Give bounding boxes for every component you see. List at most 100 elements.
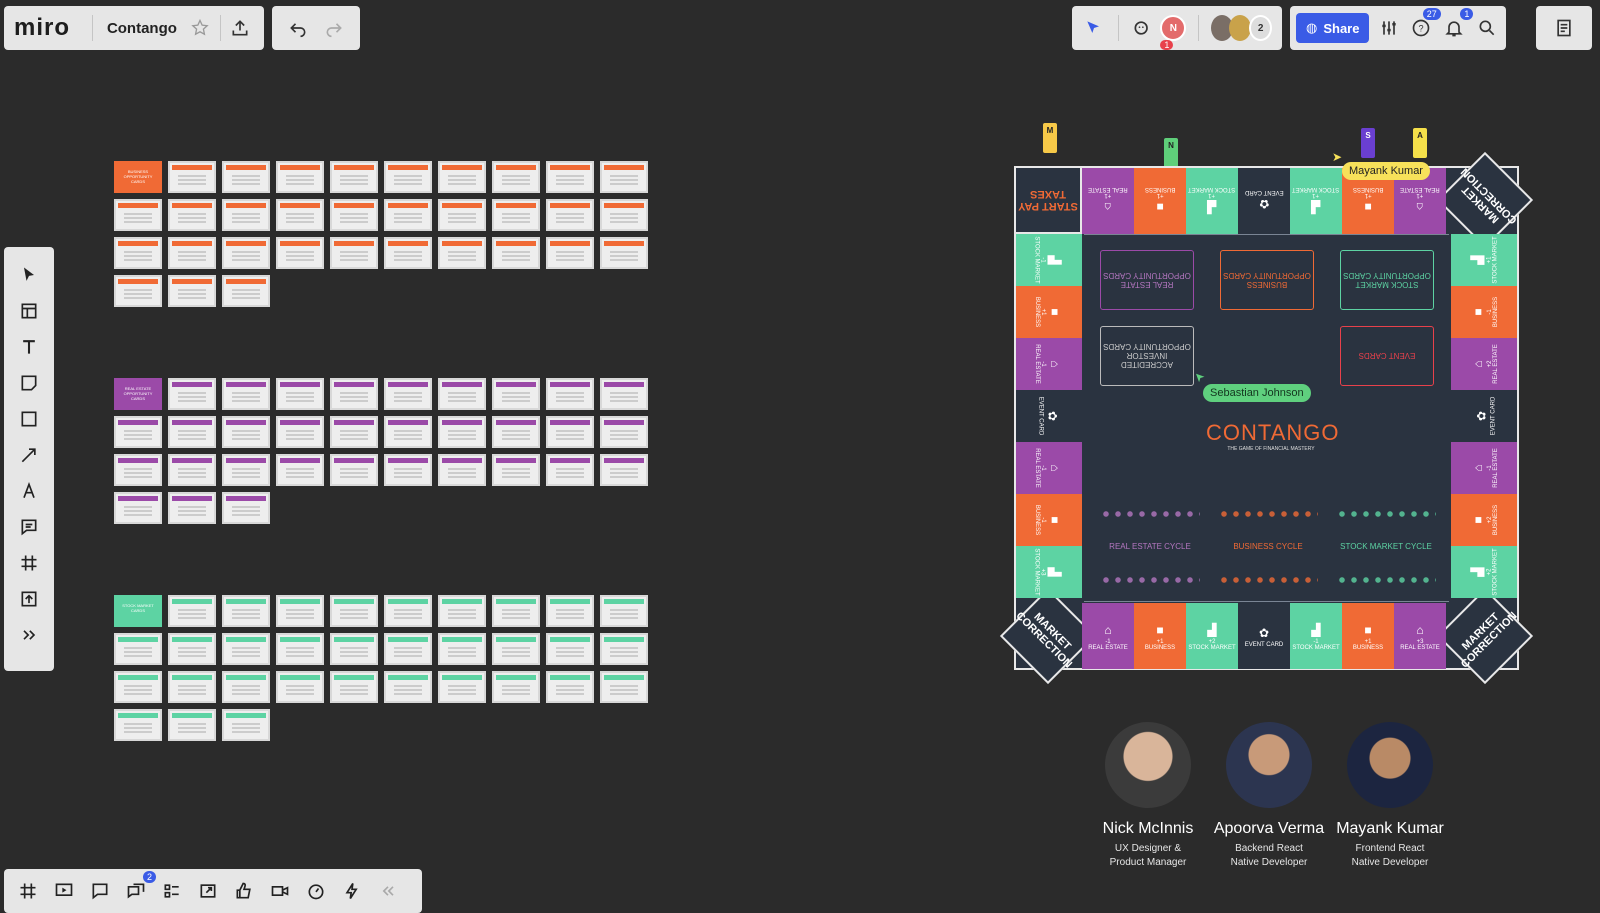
- stock-card[interactable]: [222, 633, 270, 665]
- search-icon[interactable]: [1473, 14, 1500, 42]
- frames-icon[interactable]: [14, 877, 42, 905]
- realestate-card[interactable]: [276, 416, 324, 448]
- current-user-avatar[interactable]: N 1: [1160, 15, 1187, 50]
- business-card[interactable]: [114, 199, 162, 231]
- realestate-card[interactable]: [600, 378, 648, 410]
- realestate-card[interactable]: [330, 378, 378, 410]
- realestate-card[interactable]: [222, 416, 270, 448]
- business-card[interactable]: [546, 199, 594, 231]
- realestate-card[interactable]: [438, 416, 486, 448]
- business-card[interactable]: [492, 161, 540, 193]
- board-space[interactable]: ■ +1 BUSINESS: [1134, 603, 1186, 669]
- voting-icon[interactable]: [230, 877, 258, 905]
- realestate-deck[interactable]: REAL ESTATE OPPORTUNITY CARDS: [1100, 250, 1194, 310]
- comments-icon[interactable]: [86, 877, 114, 905]
- stock-card[interactable]: [168, 671, 216, 703]
- board-space[interactable]: ▟ +1 STOCK MARKET: [1290, 168, 1342, 234]
- user-pin-m[interactable]: M: [1043, 123, 1057, 153]
- settings-sliders-icon[interactable]: [1375, 14, 1402, 42]
- stock-card[interactable]: [492, 671, 540, 703]
- help-icon[interactable]: ? 27: [1408, 8, 1441, 42]
- board-space[interactable]: ⌂ +3 REAL ESTATE: [1394, 603, 1446, 669]
- stock-card[interactable]: [330, 633, 378, 665]
- contango-game-board[interactable]: START PAY TAXES MARKET CORRECTION MARKET…: [999, 151, 1534, 685]
- board-space[interactable]: ✿ EVENT CARD: [1451, 390, 1517, 442]
- board-space[interactable]: ■ +2 BUSINESS: [1451, 494, 1517, 546]
- share-button[interactable]: ◍ Share: [1296, 13, 1370, 43]
- realestate-card[interactable]: [222, 378, 270, 410]
- text-tool-icon[interactable]: [14, 333, 44, 361]
- collaborator-avatar[interactable]: [1229, 15, 1252, 41]
- stock-deck[interactable]: STOCK MARKET OPPORTUNITY CARDS: [1340, 250, 1434, 310]
- business-card[interactable]: [384, 199, 432, 231]
- stock-card[interactable]: [168, 595, 216, 627]
- board-space[interactable]: ⌂ -1 REAL ESTATE: [1016, 442, 1082, 494]
- business-card[interactable]: [546, 237, 594, 269]
- board-space[interactable]: ▟ +3 STOCK MARKET: [1016, 546, 1082, 598]
- realestate-card[interactable]: [438, 454, 486, 486]
- stock-card[interactable]: [114, 633, 162, 665]
- stock-card[interactable]: [546, 595, 594, 627]
- business-card[interactable]: [546, 161, 594, 193]
- connector-line-icon[interactable]: [14, 441, 44, 469]
- realestate-card[interactable]: [330, 454, 378, 486]
- business-card[interactable]: [114, 237, 162, 269]
- business-card[interactable]: [438, 237, 486, 269]
- chat-icon[interactable]: 2: [122, 871, 156, 905]
- stock-card[interactable]: [438, 595, 486, 627]
- board-space[interactable]: ■ +1 BUSINESS: [1016, 286, 1082, 338]
- star-icon[interactable]: [187, 14, 214, 42]
- stock-card[interactable]: [600, 671, 648, 703]
- upload-icon[interactable]: [14, 585, 44, 613]
- templates-icon[interactable]: [14, 297, 44, 325]
- realestate-card[interactable]: [546, 454, 594, 486]
- lightning-icon[interactable]: [338, 877, 366, 905]
- stock-card[interactable]: [384, 595, 432, 627]
- business-card[interactable]: [222, 199, 270, 231]
- business-card[interactable]: [330, 237, 378, 269]
- business-card[interactable]: [600, 199, 648, 231]
- user-pin-n[interactable]: N: [1164, 138, 1178, 168]
- stock-card[interactable]: [492, 595, 540, 627]
- board-space[interactable]: ■ +1 BUSINESS: [1342, 603, 1394, 669]
- business-card[interactable]: [384, 237, 432, 269]
- board-space[interactable]: ⌂ +1 REAL ESTATE: [1082, 168, 1134, 234]
- business-deck-title-card[interactable]: BUSINESS OPPORTUNITY CARDS: [114, 161, 162, 193]
- realestate-card[interactable]: [168, 378, 216, 410]
- business-card[interactable]: [492, 199, 540, 231]
- more-collaborators[interactable]: 2: [1249, 15, 1272, 41]
- video-call-icon[interactable]: [266, 877, 294, 905]
- realestate-deck-title-card[interactable]: REAL ESTATE OPPORTUNITY CARDS: [114, 378, 162, 410]
- business-card[interactable]: [168, 161, 216, 193]
- board-space[interactable]: ■ -1 BUSINESS: [1016, 494, 1082, 546]
- frame-tool-icon[interactable]: [14, 549, 44, 577]
- more-tools-icon[interactable]: [14, 621, 44, 649]
- add-reaction-icon[interactable]: [1131, 14, 1155, 42]
- stock-card[interactable]: [600, 633, 648, 665]
- realestate-card[interactable]: [114, 454, 162, 486]
- realestate-card[interactable]: [492, 378, 540, 410]
- stock-card[interactable]: [222, 595, 270, 627]
- board-space[interactable]: ✿ EVENT CARD: [1238, 168, 1290, 234]
- undo-icon[interactable]: [284, 14, 312, 42]
- realestate-card[interactable]: [492, 416, 540, 448]
- board-space[interactable]: ■ -1 BUSINESS: [1451, 286, 1517, 338]
- business-card[interactable]: [438, 161, 486, 193]
- business-card[interactable]: [330, 199, 378, 231]
- notes-icon[interactable]: [1550, 14, 1578, 42]
- board-space[interactable]: ⌂ -1 REAL ESTATE: [1016, 338, 1082, 390]
- board-space[interactable]: ✿ EVENT CARD: [1238, 603, 1290, 669]
- stock-card[interactable]: [222, 709, 270, 741]
- business-card[interactable]: [222, 275, 270, 307]
- stock-card[interactable]: [438, 633, 486, 665]
- event-deck[interactable]: EVENT CARDS: [1340, 326, 1434, 386]
- realestate-card[interactable]: [222, 454, 270, 486]
- board-space[interactable]: ⌂ +2 REAL ESTATE: [1451, 338, 1517, 390]
- stock-card[interactable]: [276, 633, 324, 665]
- board-space[interactable]: ▟ +1 STOCK MARKET: [1451, 234, 1517, 286]
- business-card[interactable]: [114, 275, 162, 307]
- board-space[interactable]: ▟ +1 STOCK MARKET: [1186, 168, 1238, 234]
- realestate-card[interactable]: [330, 416, 378, 448]
- realestate-card[interactable]: [384, 454, 432, 486]
- stock-card[interactable]: [114, 709, 162, 741]
